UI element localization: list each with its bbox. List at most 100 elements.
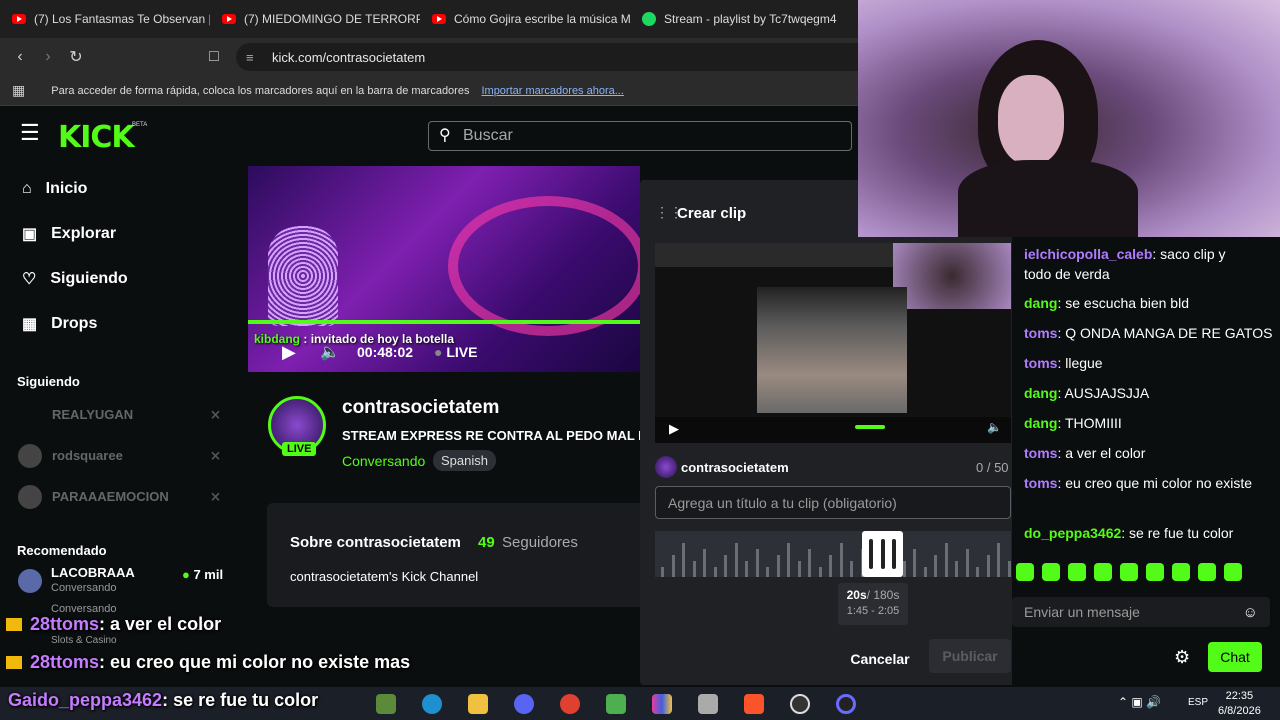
recommended-channel[interactable]: LACOBRAAA Conversando ● 7 mil: [0, 563, 240, 599]
video-progress-bar[interactable]: [248, 320, 640, 324]
cancel-button[interactable]: Cancelar: [845, 642, 915, 676]
emote-icon[interactable]: [1042, 563, 1060, 581]
chat-input[interactable]: Enviar un mensaje ☺: [1012, 597, 1270, 627]
chat-message: dang: AUSJAJSJJA: [1024, 385, 1150, 401]
sidebar-item-label: Drops: [51, 314, 98, 332]
clip-preview[interactable]: ▶ 🔈: [655, 243, 1011, 443]
search-icon: ⚲: [439, 127, 451, 144]
preview-webcam: [893, 243, 1011, 309]
clip-duration: 20s: [846, 588, 867, 602]
search-input[interactable]: ⚲ Buscar: [428, 121, 852, 151]
brave-icon[interactable]: [744, 694, 764, 714]
chat-message: toms: eu creo que mi color no existe: [1024, 475, 1252, 491]
tab-title: Stream - playlist by Tc7twqegm4: [664, 12, 837, 26]
emote-icon[interactable]: [1198, 563, 1216, 581]
video-player[interactable]: kibdang : invitado de hoy la botella ▶ 🔈…: [248, 166, 640, 372]
emote-icon[interactable]: [1068, 563, 1086, 581]
about-panel: Sobre contrasocietatem 49 Seguidores con…: [267, 503, 647, 607]
bookmark-icon[interactable]: □: [200, 48, 228, 66]
emote-icon[interactable]: [1224, 563, 1242, 581]
emoji-icon[interactable]: ☺: [1243, 604, 1258, 621]
discord-icon[interactable]: [514, 694, 534, 714]
chrome-icon[interactable]: [560, 694, 580, 714]
emote-icon[interactable]: [1172, 563, 1190, 581]
browser-tab[interactable]: (7) MIEDOMINGO DE TERRORPE: [210, 0, 420, 38]
microphone-image: [268, 226, 338, 326]
emote-icon[interactable]: [1016, 563, 1034, 581]
channel-name[interactable]: contrasocietatem: [342, 397, 499, 419]
clip-range-handle[interactable]: [862, 531, 903, 577]
obs-icon[interactable]: [790, 694, 810, 714]
emote-icon[interactable]: [1120, 563, 1138, 581]
volume-icon[interactable]: 🔈: [320, 342, 340, 362]
url-text: kick.com/contrasocietatem: [272, 49, 426, 65]
live-indicator[interactable]: ● LIVE: [434, 344, 477, 360]
person-body: [958, 160, 1138, 237]
chat-message: dang: se escucha bien bld: [1024, 295, 1189, 311]
bookmark-bar: ▦ Para acceder de forma rápida, coloca l…: [0, 76, 860, 106]
waveform-tick: [745, 561, 748, 577]
publish-button[interactable]: Publicar: [929, 639, 1011, 673]
language-tag[interactable]: Spanish: [433, 450, 496, 471]
tab-title: Cómo Gojira escribe la música M: [454, 12, 630, 26]
channel-name: REALYUGAN: [52, 407, 134, 422]
app-icon[interactable]: [652, 694, 672, 714]
waveform-tick: [713, 567, 717, 577]
about-title: Sobre contrasocietatem: [290, 534, 461, 551]
browser-tab[interactable]: Cómo Gojira escribe la música M: [420, 0, 630, 38]
browser-tab[interactable]: Stream - playlist by Tc7twqegm4: [630, 0, 840, 38]
youtube-icon: [12, 14, 26, 24]
clip-timeline[interactable]: [655, 531, 1011, 577]
preview-volume-icon[interactable]: 🔈: [987, 420, 1002, 434]
back-icon[interactable]: ‹: [6, 48, 34, 66]
stream-category[interactable]: Conversando: [342, 453, 425, 469]
settings-gear-icon[interactable]: ⚙: [1174, 647, 1190, 668]
chat-input-placeholder: Enviar un mensaje: [1024, 604, 1140, 620]
modal-title: Crear clip: [677, 205, 747, 222]
browser-tab[interactable]: (7) Los Fantasmas Te Observan |: [0, 0, 210, 38]
system-tray-icons[interactable]: ⌃ ▣ 🔊: [1118, 695, 1161, 709]
play-icon[interactable]: ▶: [282, 342, 296, 363]
app-icon[interactable]: [836, 694, 856, 714]
file-explorer-icon[interactable]: [468, 694, 488, 714]
waveform-tick: [797, 561, 801, 577]
clip-channel-name: contrasocietatem: [681, 460, 789, 475]
sidebar-item-explorar[interactable]: ▣ Explorar: [0, 211, 240, 256]
app-icon[interactable]: [698, 694, 718, 714]
kick-logo[interactable]: KICK: [58, 120, 135, 155]
system-clock[interactable]: 22:35 6/8/2026: [1218, 689, 1261, 719]
waveform-tick: [934, 555, 937, 577]
chat-message: do_peppa3462: se re fue tu color: [1024, 525, 1234, 541]
language-indicator[interactable]: ESP: [1188, 697, 1208, 708]
sidebar-item-siguiendo[interactable]: ♡ Siguiendo: [0, 256, 240, 301]
apps-icon[interactable]: ▦: [12, 82, 25, 99]
waveform-tick: [965, 549, 969, 577]
menu-icon[interactable]: ☰: [20, 120, 40, 146]
overlay-chat-message: Gaido_peppa3462: se re fue tu color: [8, 690, 319, 710]
sidebar-item-inicio[interactable]: ⌂ Inicio: [0, 166, 240, 211]
import-bookmarks-link[interactable]: Importar marcadores ahora...: [481, 85, 623, 97]
reload-icon[interactable]: ↻: [62, 47, 90, 67]
shield-app-icon[interactable]: [606, 694, 626, 714]
edge-icon[interactable]: [422, 694, 442, 714]
site-info-icon[interactable]: ≡: [246, 50, 254, 65]
emote-icon[interactable]: [1094, 563, 1112, 581]
clip-title-input[interactable]: Agrega un título a tu clip (obligatorio): [655, 486, 1011, 519]
following-channel[interactable]: REALYUGAN ⨯: [0, 394, 240, 435]
emote-icon[interactable]: [1146, 563, 1164, 581]
waveform-tick: [1007, 561, 1011, 577]
minecraft-icon[interactable]: [376, 694, 396, 714]
waveform-tick: [986, 555, 990, 577]
sidebar-item-drops[interactable]: ▦ Drops: [0, 301, 240, 346]
preview-play-icon[interactable]: ▶: [669, 421, 679, 437]
following-channel[interactable]: PARAAAEMOCION ⨯: [0, 476, 240, 517]
following-channel[interactable]: rodsquaree ⨯: [0, 435, 240, 476]
waveform-tick: [913, 549, 916, 577]
chat-message: toms: llegue: [1024, 355, 1103, 371]
beta-badge: BETA: [132, 122, 148, 128]
avatar: [18, 443, 42, 468]
forward-icon[interactable]: ›: [34, 48, 62, 66]
url-field[interactable]: ≡ kick.com/contrasocietatem: [236, 43, 860, 71]
chat-send-button[interactable]: Chat: [1208, 642, 1262, 672]
preview-volume-slider[interactable]: [855, 425, 885, 429]
